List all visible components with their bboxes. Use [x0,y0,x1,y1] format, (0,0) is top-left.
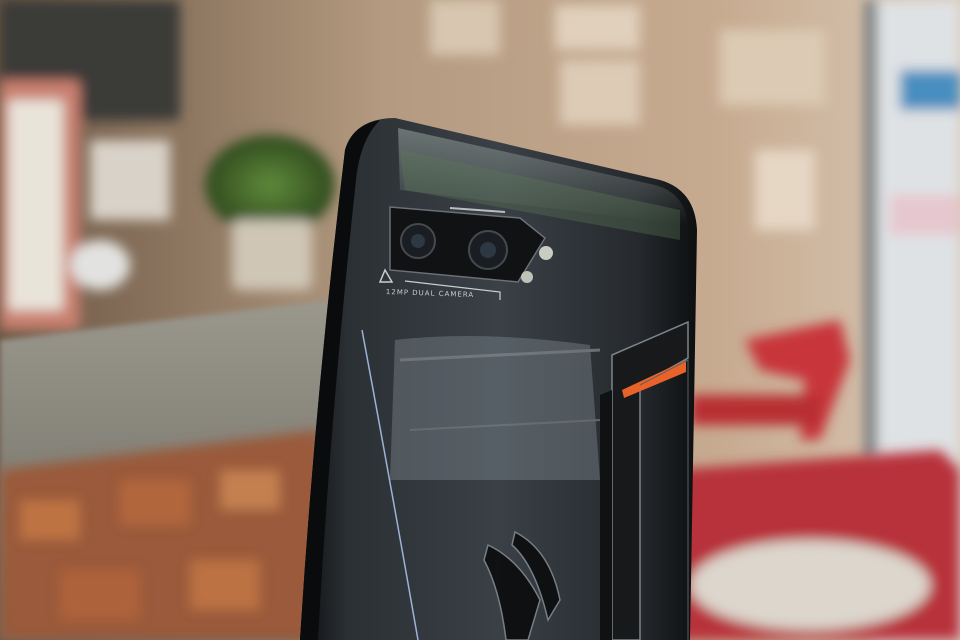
phone [300,118,697,640]
flash-led [539,246,553,260]
photo-illustration [0,0,960,640]
stone-counter [0,300,340,640]
sensor-dot [521,271,533,283]
photo-scene: 12MP DUAL CAMERA [0,0,960,640]
